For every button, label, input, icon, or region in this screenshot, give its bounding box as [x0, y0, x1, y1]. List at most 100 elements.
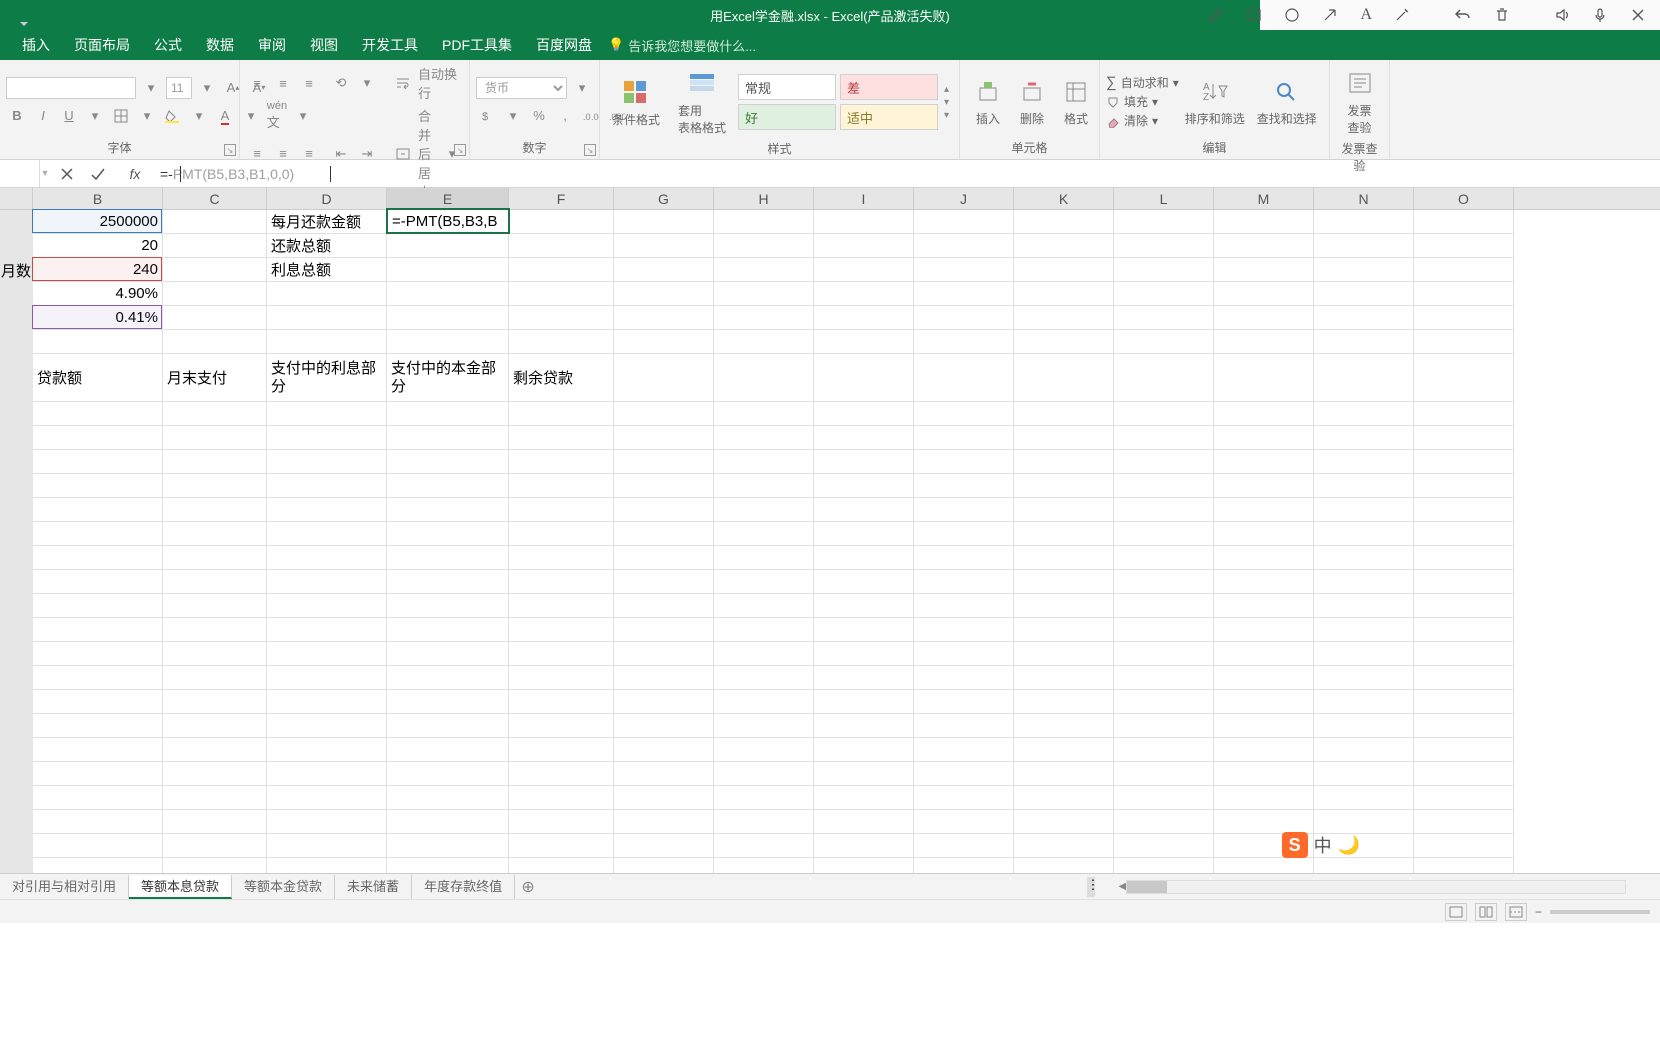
cell[interactable] — [1314, 474, 1414, 498]
cell[interactable] — [714, 738, 814, 762]
cell[interactable] — [1114, 714, 1214, 738]
cell[interactable] — [1314, 498, 1414, 522]
cell-E7[interactable]: 支付中的本金部分 — [387, 354, 509, 402]
col-header-K[interactable]: K — [1014, 188, 1114, 209]
fill-button[interactable]: 填充 ▾ — [1106, 93, 1179, 110]
cell[interactable] — [1214, 858, 1314, 873]
cell[interactable] — [914, 666, 1014, 690]
wrap-text-label[interactable]: 自动换行 — [418, 64, 463, 102]
cell[interactable] — [509, 306, 614, 330]
cell[interactable] — [914, 594, 1014, 618]
tab-view[interactable]: 视图 — [298, 30, 350, 60]
cell[interactable] — [1414, 642, 1514, 666]
cell[interactable] — [163, 450, 267, 474]
cell[interactable] — [1014, 498, 1114, 522]
cell[interactable] — [387, 738, 509, 762]
cell[interactable] — [387, 570, 509, 594]
name-box-dropdown-icon[interactable]: ▾ — [40, 168, 50, 179]
cell[interactable] — [1314, 258, 1414, 282]
cell[interactable] — [1014, 834, 1114, 858]
cell[interactable] — [509, 570, 614, 594]
cell[interactable] — [267, 858, 387, 873]
cell[interactable] — [509, 426, 614, 450]
cell[interactable] — [814, 786, 914, 810]
cell[interactable] — [914, 498, 1014, 522]
cell[interactable] — [387, 714, 509, 738]
cell-G1[interactable] — [614, 210, 714, 234]
cell[interactable] — [267, 306, 387, 330]
tab-scroll-split[interactable]: ⋮ — [1087, 877, 1095, 897]
cell[interactable] — [1214, 810, 1314, 834]
cell[interactable] — [614, 450, 714, 474]
cell[interactable] — [1414, 690, 1514, 714]
cell[interactable] — [914, 306, 1014, 330]
increase-decimal-icon[interactable]: .0.00 — [580, 104, 602, 128]
cell[interactable] — [267, 690, 387, 714]
cell[interactable] — [914, 426, 1014, 450]
cell[interactable] — [714, 858, 814, 873]
cell[interactable] — [267, 810, 387, 834]
cell[interactable] — [1014, 474, 1114, 498]
cell[interactable] — [1014, 666, 1114, 690]
cell-I1[interactable] — [814, 210, 914, 234]
cell[interactable] — [1114, 858, 1214, 873]
view-page-layout-button[interactable] — [1475, 903, 1497, 921]
cell[interactable] — [914, 354, 1014, 402]
cell[interactable] — [1314, 786, 1414, 810]
cell[interactable] — [509, 546, 614, 570]
cell[interactable] — [509, 282, 614, 306]
font-color-button[interactable]: A — [214, 104, 236, 128]
cell[interactable] — [1414, 306, 1514, 330]
cell[interactable] — [509, 402, 614, 426]
cell[interactable] — [614, 666, 714, 690]
cell[interactable] — [614, 738, 714, 762]
cell[interactable] — [33, 738, 163, 762]
cell[interactable] — [387, 450, 509, 474]
cell[interactable] — [1114, 522, 1214, 546]
cell[interactable] — [1214, 522, 1314, 546]
cell[interactable] — [1414, 522, 1514, 546]
cell[interactable] — [1414, 594, 1514, 618]
cell[interactable] — [33, 330, 163, 354]
cell[interactable] — [814, 834, 914, 858]
cell[interactable] — [387, 426, 509, 450]
cell[interactable] — [614, 594, 714, 618]
font-dialog-launcher[interactable]: ↘ — [224, 144, 236, 156]
cell[interactable] — [714, 474, 814, 498]
cell[interactable] — [33, 570, 163, 594]
cell[interactable] — [509, 834, 614, 858]
cell[interactable] — [1214, 570, 1314, 594]
cell[interactable] — [614, 234, 714, 258]
autosum-button[interactable]: ∑ 自动求和 ▾ — [1106, 74, 1179, 91]
cell[interactable] — [163, 762, 267, 786]
cell[interactable] — [714, 690, 814, 714]
select-all-corner[interactable] — [0, 188, 33, 209]
sogou-ime-icon[interactable]: S — [1282, 832, 1308, 858]
cell[interactable] — [914, 546, 1014, 570]
col-header-D[interactable]: D — [267, 188, 387, 209]
cell[interactable] — [1314, 762, 1414, 786]
cell[interactable] — [1214, 282, 1314, 306]
cell[interactable] — [814, 402, 914, 426]
accounting-format-button[interactable]: $ — [476, 104, 498, 128]
add-sheet-button[interactable]: ⊕ — [515, 877, 541, 897]
sheet-tab-4[interactable]: 未来储蓄 — [335, 875, 412, 899]
cell[interactable] — [1314, 618, 1414, 642]
cell[interactable] — [33, 402, 163, 426]
quick-access-dropdown-icon[interactable] — [20, 22, 28, 26]
cell[interactable] — [1214, 426, 1314, 450]
ime-moon-icon[interactable]: 🌙 — [1338, 835, 1360, 856]
cell[interactable] — [614, 402, 714, 426]
cell[interactable] — [714, 258, 814, 282]
cell[interactable] — [1014, 570, 1114, 594]
cell-C2[interactable] — [163, 234, 267, 258]
cell[interactable] — [267, 522, 387, 546]
cell[interactable] — [1314, 522, 1414, 546]
cell[interactable] — [914, 282, 1014, 306]
col-header-C[interactable]: C — [163, 188, 267, 209]
cell[interactable] — [1414, 714, 1514, 738]
cell[interactable] — [163, 690, 267, 714]
cell[interactable] — [387, 642, 509, 666]
cell[interactable] — [1214, 354, 1314, 402]
cell[interactable] — [387, 594, 509, 618]
